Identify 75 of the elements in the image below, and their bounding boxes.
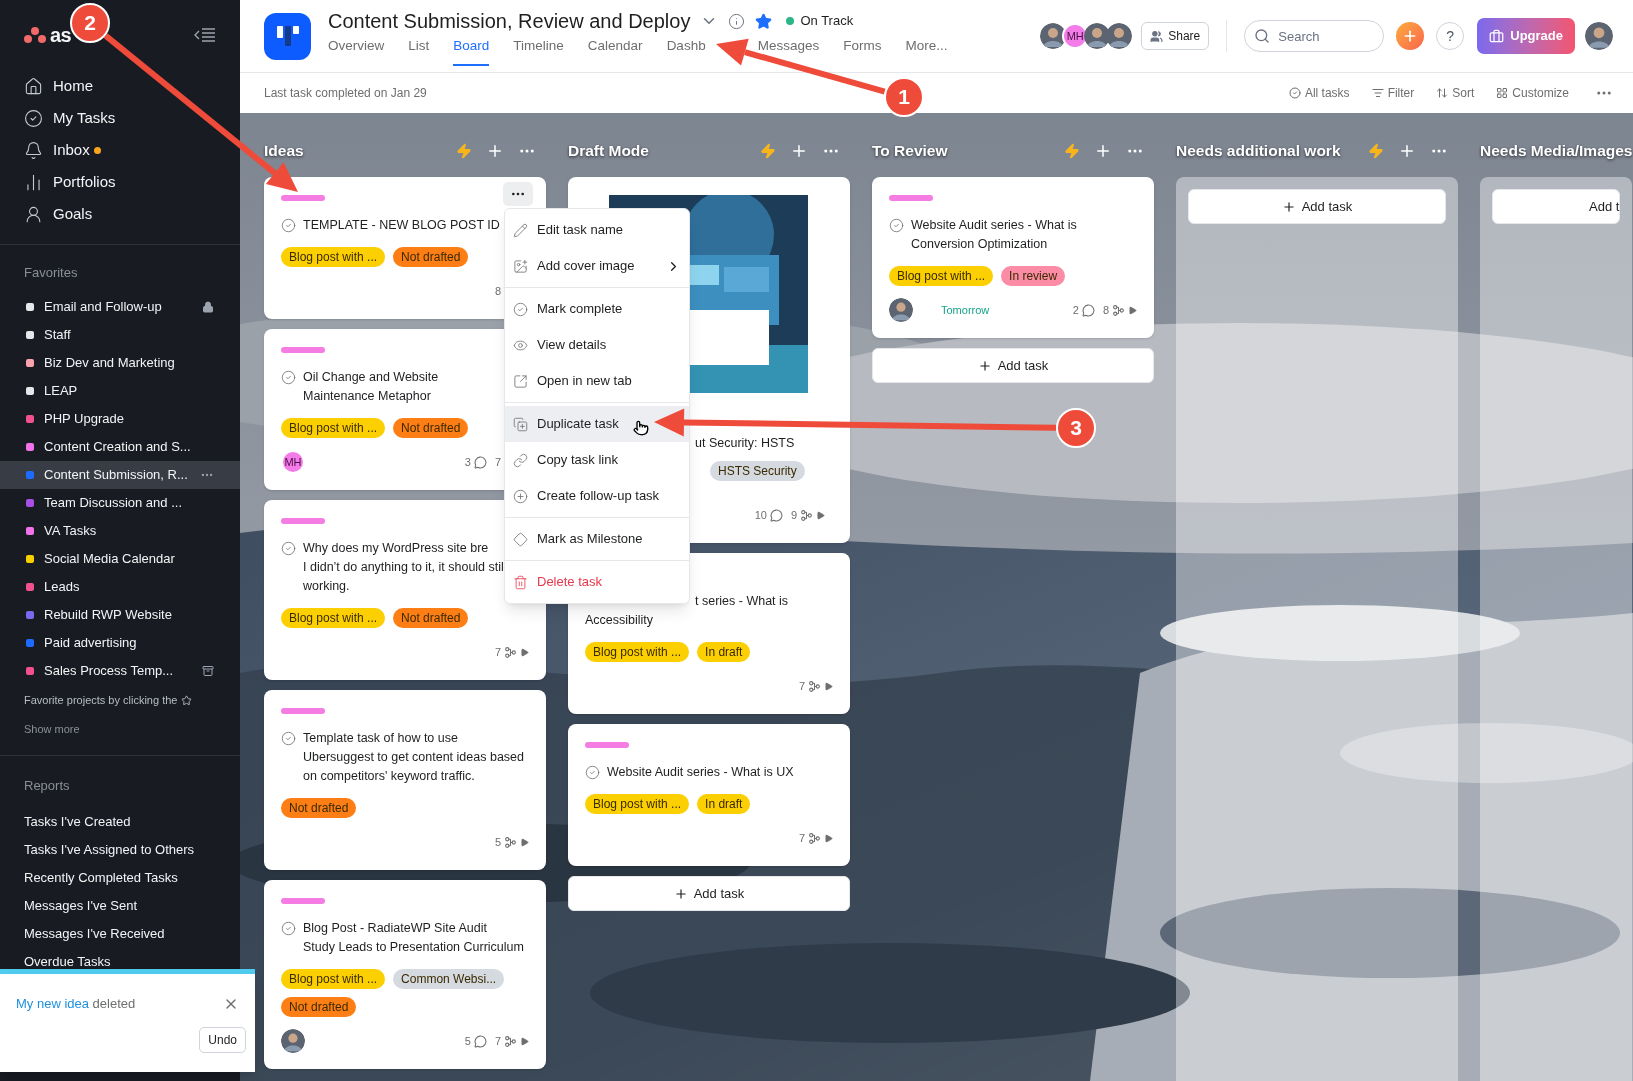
favorite-item[interactable]: PHP Upgrade [0, 404, 240, 433]
upgrade-button[interactable]: Upgrade [1477, 18, 1575, 54]
favorite-item[interactable]: Sales Process Temp... [0, 656, 240, 685]
share-button[interactable]: Share [1141, 22, 1210, 50]
check-circle-icon [24, 108, 43, 128]
show-more-link[interactable]: Show more [0, 720, 240, 737]
report-item[interactable]: Messages I've Sent [0, 891, 240, 920]
grid-icon [1496, 87, 1509, 99]
check-circle-icon [1288, 87, 1301, 99]
bar-chart-icon [24, 172, 43, 192]
link[interactable]: My new idea [16, 996, 89, 1011]
logo-icon [24, 27, 46, 43]
section-heading: Reports [23, 777, 71, 795]
favorite-item[interactable]: Team Discussion and ... [0, 488, 240, 517]
avatar [1106, 23, 1133, 49]
report-item[interactable]: Messages I've Received [0, 919, 240, 948]
favorite-item[interactable]: Social Media Calendar [0, 544, 240, 573]
status-text: Last task completed on Jan 29 [264, 85, 427, 102]
nav-item[interactable]: Home [0, 70, 240, 102]
tab[interactable]: Calendar [587, 35, 643, 66]
sort-icon [1436, 87, 1449, 99]
logo-text: as [50, 23, 72, 48]
favorite-item[interactable]: Paid advertising [0, 628, 240, 657]
favorite-item[interactable]: LEAP [0, 376, 240, 405]
report-item[interactable]: Recently Completed Tasks [0, 863, 240, 892]
section-heading: Favorites [23, 264, 79, 282]
info-icon[interactable] [728, 12, 746, 30]
tab[interactable]: Timeline [513, 35, 564, 66]
toolbar-button[interactable]: Filter [1371, 84, 1415, 102]
tab[interactable]: More... [905, 35, 948, 66]
search-icon [1254, 28, 1271, 44]
toolbar-button[interactable]: Sort [1436, 84, 1475, 102]
board-icon [275, 25, 300, 47]
report-item[interactable]: Tasks I've Assigned to Others [0, 835, 240, 864]
tab[interactable]: Forms [843, 35, 882, 66]
favorite-item[interactable]: Content Submission, R... [0, 460, 240, 489]
star-icon[interactable] [755, 12, 773, 30]
project-title: Content Submission, Review and Deploy [328, 9, 691, 34]
tab[interactable]: Dashb [666, 35, 706, 66]
status-text[interactable]: On Track [800, 11, 854, 31]
filter-icon [1371, 87, 1384, 99]
favorite-item[interactable]: Biz Dev and Marketing [0, 348, 240, 377]
favorite-item[interactable]: Content Creation and S... [0, 432, 240, 461]
toolbar-button[interactable]: Customize [1496, 84, 1569, 102]
favorite-item[interactable]: Email and Follow-up [0, 292, 240, 321]
tab[interactable]: Overview [328, 35, 385, 66]
search-field[interactable]: Search [1244, 20, 1385, 52]
person-icon [24, 204, 43, 224]
favorite-item[interactable]: VA Tasks [0, 516, 240, 545]
tab[interactable]: Messages [757, 35, 820, 66]
undo-button[interactable]: Undo [199, 1026, 246, 1053]
nav-item[interactable]: Goals [0, 198, 240, 230]
favorite-item[interactable]: Rebuild RWP Website [0, 600, 240, 629]
collapse-sidebar-icon[interactable] [194, 27, 216, 43]
home-icon [24, 76, 43, 96]
add-button[interactable] [1396, 22, 1425, 50]
briefcase-icon [1489, 28, 1505, 44]
report-item[interactable]: Tasks I've Created [0, 807, 240, 836]
toolbar-button[interactable]: All tasks [1288, 84, 1350, 102]
hint-text: Favorite projects by clicking the [24, 693, 178, 709]
people-icon [1150, 29, 1164, 43]
nav-item[interactable]: Portfolios [0, 166, 240, 198]
avatar [1585, 22, 1613, 50]
nav-item[interactable]: Inbox [0, 134, 240, 166]
bell-icon [24, 140, 43, 160]
favorite-item[interactable]: Staff [0, 320, 240, 349]
favorite-item[interactable]: Leads [0, 572, 240, 601]
toast-message: My new idea deleted [16, 995, 136, 1013]
tab[interactable]: Board [453, 35, 490, 66]
tab[interactable]: List [408, 35, 430, 66]
archive-icon [202, 664, 214, 677]
lock-icon [202, 300, 214, 313]
avatar [1084, 23, 1111, 49]
nav-item[interactable]: My Tasks [0, 102, 240, 134]
star-icon [181, 695, 193, 706]
